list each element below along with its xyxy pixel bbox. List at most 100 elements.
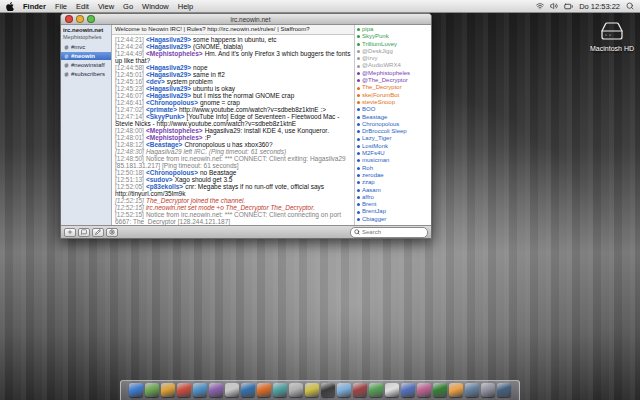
timestamp: [12:48:50] [115, 155, 144, 162]
clock[interactable]: Do 12:53:22 [579, 1, 620, 12]
application-icon[interactable] [177, 383, 191, 397]
nick[interactable]: <Hagasilva29> [146, 36, 191, 43]
application-icon[interactable] [193, 383, 207, 397]
apple-icon[interactable] [6, 2, 14, 11]
application-icon[interactable] [465, 383, 479, 397]
nick-item[interactable]: Beastage [357, 114, 429, 121]
nick[interactable]: <Hagasilva29> [146, 71, 191, 78]
settings-button[interactable] [106, 228, 118, 237]
application-icon[interactable] [385, 383, 399, 397]
nick-item[interactable]: LostMonk [357, 143, 429, 150]
nick-item[interactable]: musicman [357, 157, 429, 164]
menu-item[interactable]: Help [178, 1, 193, 12]
nick-item[interactable]: @irvy [357, 55, 429, 62]
menu-item[interactable]: View [98, 1, 114, 12]
nick[interactable]: <p83ekolls> [146, 183, 183, 190]
nick[interactable]: <dev> [146, 78, 165, 85]
application-icon[interactable] [241, 383, 255, 397]
nick[interactable]: <Hagasilva29> [146, 43, 191, 50]
nick-item[interactable]: Cbiagger [357, 216, 429, 223]
nick-item[interactable]: Roh [357, 165, 429, 172]
channel-item[interactable]: #neowin [61, 52, 111, 60]
nick-item[interactable]: zzap [357, 179, 429, 186]
nick-item[interactable]: ske|ForumBot [357, 92, 429, 99]
nick-item[interactable]: BrentJap [357, 208, 429, 215]
channel-icon [64, 72, 69, 77]
application-icon[interactable] [209, 383, 223, 397]
nick-item[interactable]: Brent [357, 201, 429, 208]
application-icon[interactable] [161, 383, 175, 397]
application-icon[interactable] [433, 383, 447, 397]
search-input[interactable] [362, 228, 424, 236]
nick[interactable]: <Hagasilva29> [146, 85, 191, 92]
nick-item[interactable]: M2Fs4U [357, 150, 429, 157]
channel-item[interactable]: #mvc [61, 43, 111, 51]
nick[interactable]: <SkyyPunk> [146, 113, 185, 120]
application-icon[interactable] [481, 383, 495, 397]
status-dot [357, 203, 360, 206]
nick-item[interactable]: DrBroccoli Sleep [357, 128, 429, 135]
wifi-icon[interactable] [536, 2, 544, 10]
nick-item[interactable]: Lazy_Tiger [357, 135, 429, 142]
application-icon[interactable] [417, 383, 431, 397]
menu-item[interactable]: File [55, 1, 67, 12]
application-icon[interactable] [369, 383, 383, 397]
nick-item[interactable]: TrilliumLuvey [357, 41, 429, 48]
nick-item[interactable]: zerodae [357, 172, 429, 179]
application-icon[interactable] [289, 383, 303, 397]
close-button[interactable] [65, 15, 73, 23]
application-icon[interactable] [257, 383, 271, 397]
nick-item[interactable]: The_Decryptor [357, 84, 429, 91]
desktop-icon[interactable]: Macintosh HD [590, 19, 634, 52]
application-icon[interactable] [353, 383, 367, 397]
nick-item[interactable]: affro [357, 194, 429, 201]
menu-item[interactable]: Go [123, 1, 133, 12]
nick[interactable]: <primate> [146, 106, 177, 113]
nick[interactable]: <Mephistopheles> [146, 134, 203, 141]
spotlight-icon[interactable] [626, 2, 634, 10]
application-icon[interactable] [449, 383, 463, 397]
application-icon[interactable] [305, 383, 319, 397]
nick-item[interactable]: Aasam [357, 187, 429, 194]
application-icon[interactable] [129, 383, 143, 397]
nick-item[interactable]: @AudioWRX4 [357, 62, 429, 69]
message-button[interactable] [78, 228, 90, 237]
volume-icon[interactable] [550, 2, 558, 10]
nick-item[interactable]: SkyyPunk [357, 33, 429, 40]
nick-item[interactable]: @The_Decryptor [357, 77, 429, 84]
nick[interactable]: <Chronopolous> [146, 99, 198, 106]
channel-item[interactable]: #neowinstaff [61, 61, 111, 69]
channel-item[interactable]: #subscribers [61, 70, 111, 78]
minimize-button[interactable] [76, 15, 84, 23]
nick-item[interactable]: BOO [357, 106, 429, 113]
zoom-button[interactable] [87, 15, 95, 23]
nick[interactable]: <Mephistopheles> [146, 50, 203, 57]
app-menu[interactable]: Finder [23, 1, 46, 12]
application-icon[interactable] [273, 383, 287, 397]
search-field[interactable] [350, 227, 428, 238]
nick[interactable]: <Chronopolous> [146, 169, 198, 176]
nick[interactable]: <Beastage> [146, 141, 183, 148]
hard-drive-icon[interactable] [600, 19, 624, 43]
application-icon[interactable] [337, 383, 351, 397]
battery-icon[interactable] [564, 2, 573, 11]
application-icon[interactable] [225, 383, 239, 397]
add-button[interactable] [64, 228, 76, 237]
server-name[interactable]: irc.neowin.net [61, 27, 111, 33]
nick-item[interactable]: @Mephistopheles [357, 70, 429, 77]
nick-item[interactable]: Chronopolous [357, 121, 429, 128]
nick-item[interactable]: stevieSnoop [357, 99, 429, 106]
application-icon[interactable] [497, 383, 511, 397]
application-icon[interactable] [401, 383, 415, 397]
nick[interactable]: <sudov> [146, 176, 173, 183]
nick[interactable]: <Hagasilva29> [146, 64, 191, 71]
edit-button[interactable] [92, 228, 104, 237]
menu-item[interactable]: Edit [76, 1, 89, 12]
nick-item[interactable]: @DeskJigg [357, 48, 429, 55]
nick[interactable]: <Hagasilva29> [146, 92, 191, 99]
application-icon[interactable] [321, 383, 335, 397]
menu-item[interactable]: Window [142, 1, 169, 12]
application-icon[interactable] [145, 383, 159, 397]
nick[interactable]: <Mephistopheles> [146, 127, 203, 134]
nick-item[interactable]: pipa [357, 26, 429, 33]
